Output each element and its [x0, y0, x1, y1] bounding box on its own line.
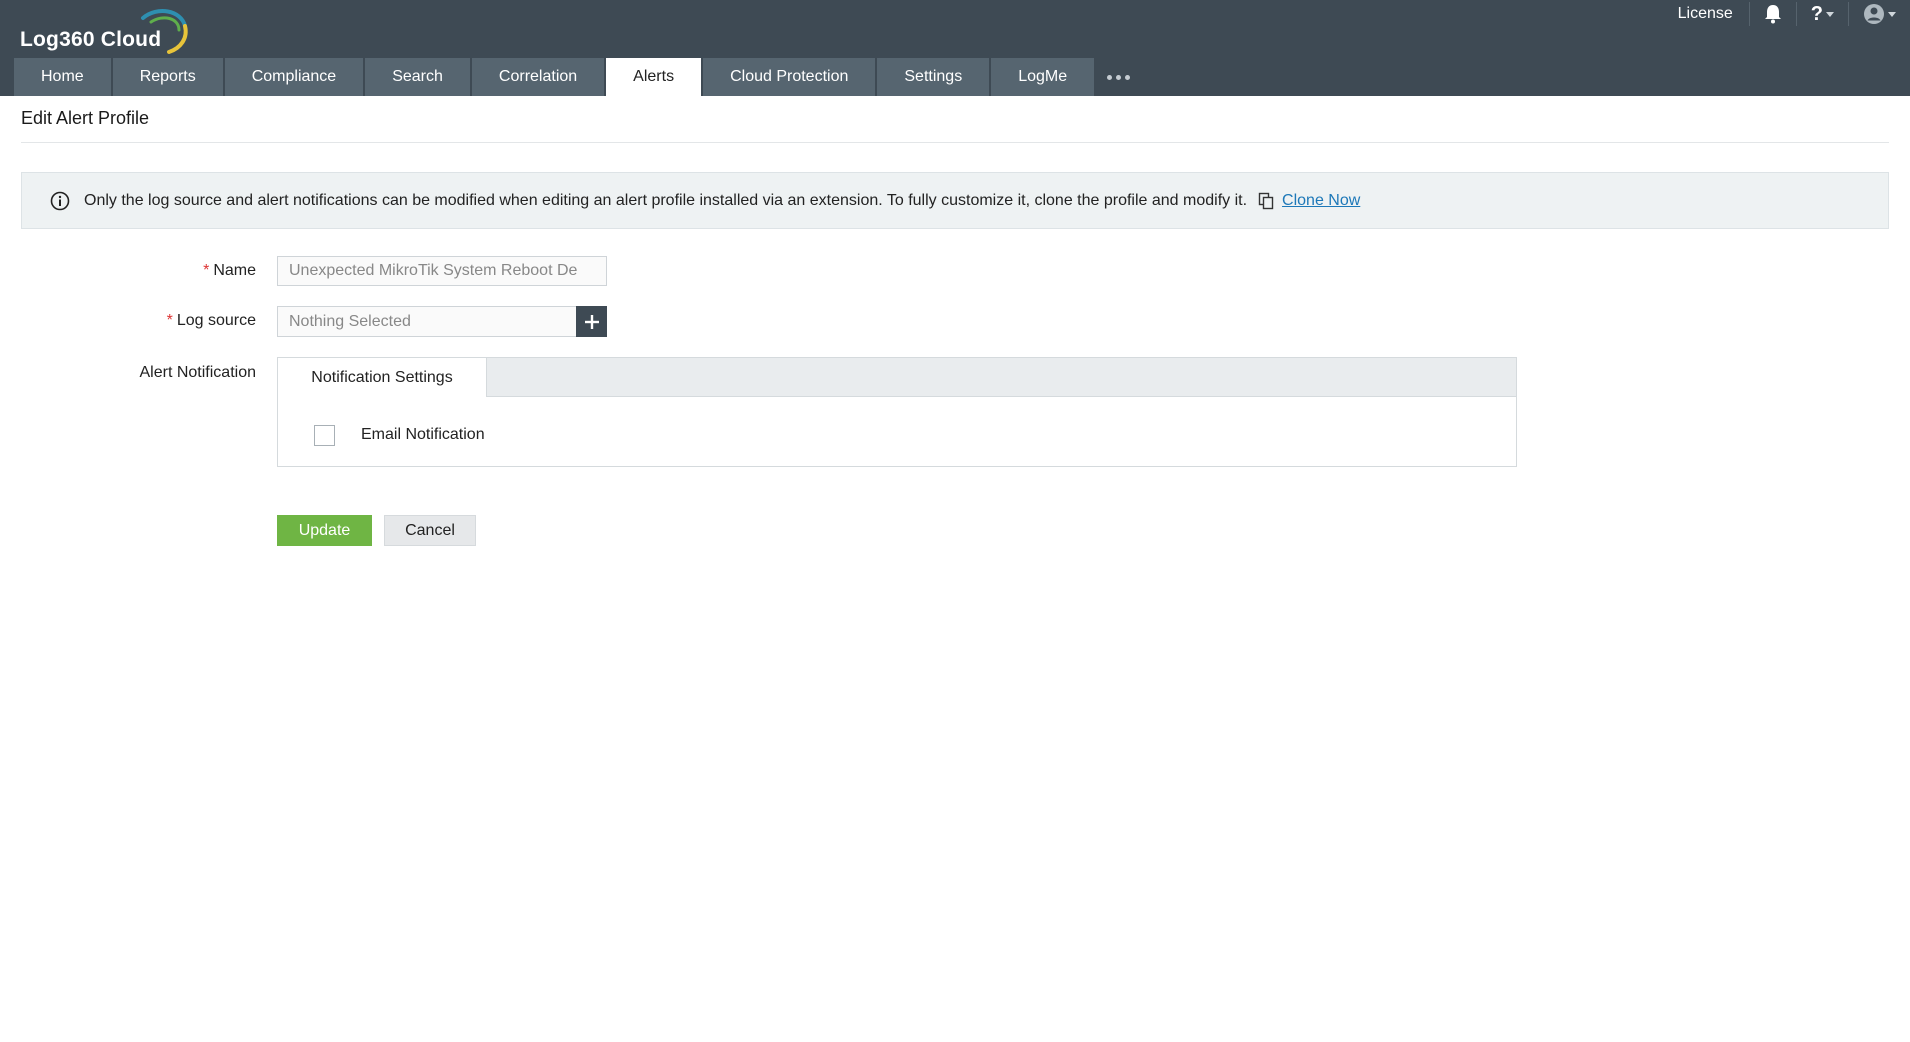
- tab-cloud-protection[interactable]: Cloud Protection: [703, 58, 876, 96]
- name-label: * Name: [203, 262, 256, 280]
- help-icon: ?: [1810, 3, 1823, 25]
- more-tabs-icon[interactable]: [1096, 58, 1140, 96]
- notification-panel: Notification Settings Email Notification: [277, 357, 1517, 467]
- required-marker: *: [203, 262, 210, 279]
- tab-notification-settings[interactable]: Notification Settings: [277, 357, 487, 397]
- app-logo[interactable]: Log360 Cloud: [20, 9, 190, 54]
- name-label-text: Name: [213, 262, 256, 279]
- tab-compliance[interactable]: Compliance: [224, 58, 364, 96]
- header-utilities: License ?: [1678, 0, 1910, 28]
- tab-reports[interactable]: Reports: [112, 58, 223, 96]
- plus-icon: [584, 314, 599, 329]
- tab-home[interactable]: Home: [14, 58, 111, 96]
- email-notification-checkbox[interactable]: [314, 425, 335, 446]
- clone-now-link[interactable]: Clone Now: [1282, 192, 1360, 210]
- log-source-label-text: Log source: [176, 312, 256, 329]
- user-avatar-icon: [1864, 4, 1884, 24]
- help-menu-button[interactable]: ?: [1797, 0, 1848, 28]
- tab-logme[interactable]: LogMe: [991, 58, 1095, 96]
- bell-icon: [1764, 5, 1781, 24]
- clone-icon: [1258, 192, 1274, 209]
- notifications-button[interactable]: [1750, 0, 1796, 28]
- info-banner: Only the log source and alert notificati…: [21, 172, 1889, 229]
- logo-swoosh-icon: [141, 9, 188, 54]
- email-notification-label[interactable]: Email Notification: [361, 426, 485, 444]
- user-menu-button[interactable]: [1849, 0, 1910, 28]
- top-header: Log360 Cloud License ? Home Reports Comp…: [0, 0, 1910, 96]
- info-icon: [50, 191, 70, 210]
- tab-settings[interactable]: Settings: [877, 58, 990, 96]
- tab-correlation[interactable]: Correlation: [471, 58, 605, 96]
- log-source-select[interactable]: Nothing Selected: [277, 306, 577, 337]
- required-marker: *: [166, 312, 173, 329]
- chevron-down-icon: [1888, 11, 1896, 17]
- main-nav: Home Reports Compliance Search Correlati…: [14, 58, 1140, 96]
- license-link[interactable]: License: [1678, 5, 1749, 23]
- tab-alerts[interactable]: Alerts: [606, 58, 702, 96]
- update-button[interactable]: Update: [277, 515, 372, 546]
- add-log-source-button[interactable]: [576, 306, 607, 337]
- cancel-button[interactable]: Cancel: [384, 515, 476, 546]
- tab-search[interactable]: Search: [365, 58, 470, 96]
- log-source-label: * Log source: [167, 312, 256, 330]
- title-divider: [21, 142, 1889, 143]
- page-title: Edit Alert Profile: [21, 108, 150, 128]
- chevron-down-icon: [1826, 11, 1834, 17]
- info-banner-message: Only the log source and alert notificati…: [84, 191, 1248, 209]
- alert-notification-label: Alert Notification: [139, 364, 257, 381]
- name-input[interactable]: Unexpected MikroTik System Reboot De: [277, 256, 607, 286]
